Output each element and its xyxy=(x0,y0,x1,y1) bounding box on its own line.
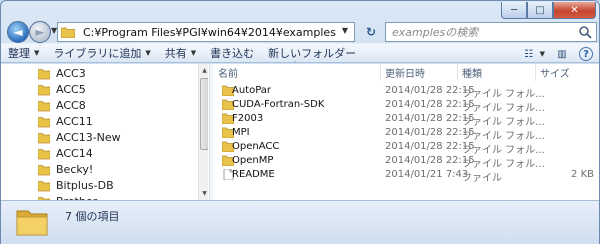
file-list: 名前 ⌃ 更新日時 種類 サイズ AutoPar 2014/01/28 22:15… xyxy=(214,60,599,200)
file-row[interactable]: README 2014/01/21 7:43 ファイル 2 KB xyxy=(214,168,599,184)
sidebar-item-label: ACC8 xyxy=(56,99,86,112)
sidebar-item-acc13-new[interactable]: ACC13-New xyxy=(1,130,201,146)
column-type-label: 種類 xyxy=(462,69,482,80)
navigation-pane: BrotherBitplus-DBBecky!ACC14ACC13-NewACC… xyxy=(1,64,208,200)
new-folder-label: 新しいフォルダー xyxy=(268,47,357,60)
column-header-type[interactable]: 種類 xyxy=(458,64,536,81)
search-input[interactable]: examplesの検索 xyxy=(385,22,597,42)
file-type: ファイル xyxy=(462,173,502,184)
folder-icon xyxy=(38,117,50,128)
scroll-down-icon[interactable]: ▼ xyxy=(200,189,208,198)
chevron-down-icon: ▼ xyxy=(34,49,40,57)
sidebar-item-acc14[interactable]: ACC14 xyxy=(1,146,201,162)
file-name: OpenMP xyxy=(232,155,274,166)
chevron-down-icon: ▼ xyxy=(145,49,151,57)
column-name-label: 名前 xyxy=(218,69,238,80)
maximize-button[interactable]: □ xyxy=(527,2,553,19)
sidebar-item-label: ACC5 xyxy=(56,83,86,96)
folder-icon xyxy=(38,85,50,96)
address-path[interactable]: C:¥Program Files¥PGI¥win64¥2014¥examples xyxy=(83,26,336,39)
folder-icon xyxy=(38,149,50,160)
file-name: F2003 xyxy=(232,113,264,124)
file-size: 2 KB xyxy=(571,169,594,180)
sidebar-item-label: Becky! xyxy=(56,163,94,176)
preview-pane-icon[interactable]: ▥ xyxy=(553,47,571,61)
search-icon[interactable] xyxy=(578,25,592,39)
column-date-label: 更新日時 xyxy=(385,69,425,80)
file-name: README xyxy=(232,169,275,180)
file-row[interactable]: MPI 2014/01/28 22:15 ファイル フォル... xyxy=(214,126,599,142)
file-row[interactable]: F2003 2014/01/28 22:15 ファイル フォル... xyxy=(214,112,599,128)
explorer-window: ─ □ ✕ ◄ ► ▼ C:¥Program Files¥PGI¥win64¥2… xyxy=(0,0,600,244)
main-content: BrotherBitplus-DBBecky!ACC14ACC13-NewACC… xyxy=(1,60,599,200)
file-row[interactable]: AutoPar 2014/01/28 22:15 ファイル フォル... xyxy=(214,84,599,100)
burn-label: 書き込む xyxy=(210,47,255,60)
file-name: CUDA-Fortran-SDK xyxy=(232,99,325,110)
view-controls: ☷ ▼ ▥ ? xyxy=(512,44,593,64)
add-to-library-menu[interactable]: ライブラリに追加 ▼ xyxy=(46,43,157,63)
share-menu[interactable]: 共有 ▼ xyxy=(158,43,203,63)
organize-label: 整理 xyxy=(8,47,30,60)
navigation-scrollbar[interactable]: ▲ ▼ xyxy=(198,64,208,200)
folder-icon xyxy=(38,165,50,176)
back-button[interactable]: ◄ xyxy=(7,21,29,43)
file-row[interactable]: OpenMP 2014/01/28 22:15 ファイル フォル... xyxy=(214,154,599,170)
command-bar: 整理 ▼ ライブラリに追加 ▼ 共有 ▼ 書き込む 新しいフォルダー ☷ ▼ ▥… xyxy=(1,43,599,63)
address-dropdown-icon[interactable]: ▼ xyxy=(342,26,348,35)
chevron-down-icon: ▼ xyxy=(190,49,197,57)
chevron-down-icon[interactable]: ▼ xyxy=(540,50,545,58)
scroll-up-icon[interactable]: ▲ xyxy=(200,66,208,75)
column-size-label: サイズ xyxy=(540,69,570,80)
file-date: 2014/01/21 7:43 xyxy=(385,169,469,180)
sidebar-item-acc8[interactable]: ACC8 xyxy=(1,98,201,114)
column-header-name[interactable]: 名前 ⌃ xyxy=(214,60,381,81)
file-row[interactable]: CUDA-Fortran-SDK 2014/01/28 22:15 ファイル フォル… xyxy=(214,98,599,114)
window-controls: ─ □ ✕ xyxy=(501,2,596,19)
file-name: MPI xyxy=(232,127,250,138)
sidebar-item-becky[interactable]: Becky! xyxy=(1,162,201,178)
forward-button[interactable]: ► xyxy=(29,21,51,43)
folder-icon xyxy=(38,133,50,144)
file-name: OpenACC xyxy=(232,141,280,152)
search-placeholder: examplesの検索 xyxy=(392,26,479,39)
column-header-date[interactable]: 更新日時 xyxy=(381,64,458,81)
share-label: 共有 xyxy=(164,47,187,60)
folder-icon xyxy=(16,210,48,236)
burn-button[interactable]: 書き込む xyxy=(203,43,261,63)
folder-icon xyxy=(38,101,50,112)
sidebar-item-label: Bitplus-DB xyxy=(56,179,114,192)
item-count-status: 7 個の項目 xyxy=(65,210,120,223)
refresh-button[interactable]: ↻ xyxy=(361,22,381,42)
column-header-size[interactable]: サイズ xyxy=(536,64,598,81)
view-options-icon[interactable]: ☷ xyxy=(520,47,538,61)
address-bar[interactable]: C:¥Program Files¥PGI¥win64¥2014¥examples… xyxy=(57,22,355,42)
folder-icon xyxy=(38,69,50,80)
navigation-bar: ◄ ► ▼ C:¥Program Files¥PGI¥win64¥2014¥ex… xyxy=(5,21,597,43)
sidebar-item-acc5[interactable]: ACC5 xyxy=(1,82,201,98)
add-to-library-label: ライブラリに追加 xyxy=(53,47,142,60)
details-pane: 7 個の項目 xyxy=(1,200,599,244)
sidebar-item-bitplus-db[interactable]: Bitplus-DB xyxy=(1,178,201,194)
sidebar-item-label: ACC14 xyxy=(56,147,93,160)
sidebar-item-label: ACC13-New xyxy=(56,131,121,144)
sidebar-item-label: ACC3 xyxy=(56,67,86,80)
minimize-button[interactable]: ─ xyxy=(501,2,527,19)
sidebar-item-label: ACC11 xyxy=(56,115,93,128)
folder-icon xyxy=(61,27,75,38)
folder-icon xyxy=(38,181,50,192)
sidebar-item-acc3[interactable]: ACC3 xyxy=(1,66,201,82)
close-button[interactable]: ✕ xyxy=(553,2,596,19)
file-name: AutoPar xyxy=(232,85,272,96)
sort-indicator-icon: ⌃ xyxy=(292,60,298,68)
help-icon[interactable]: ? xyxy=(579,47,593,61)
organize-menu[interactable]: 整理 ▼ xyxy=(1,43,46,63)
sidebar-item-acc11[interactable]: ACC11 xyxy=(1,114,201,130)
file-row[interactable]: OpenACC 2014/01/28 22:15 ファイル フォル... xyxy=(214,140,599,156)
scroll-thumb[interactable] xyxy=(200,78,208,150)
new-folder-button[interactable]: 新しいフォルダー xyxy=(261,43,363,63)
